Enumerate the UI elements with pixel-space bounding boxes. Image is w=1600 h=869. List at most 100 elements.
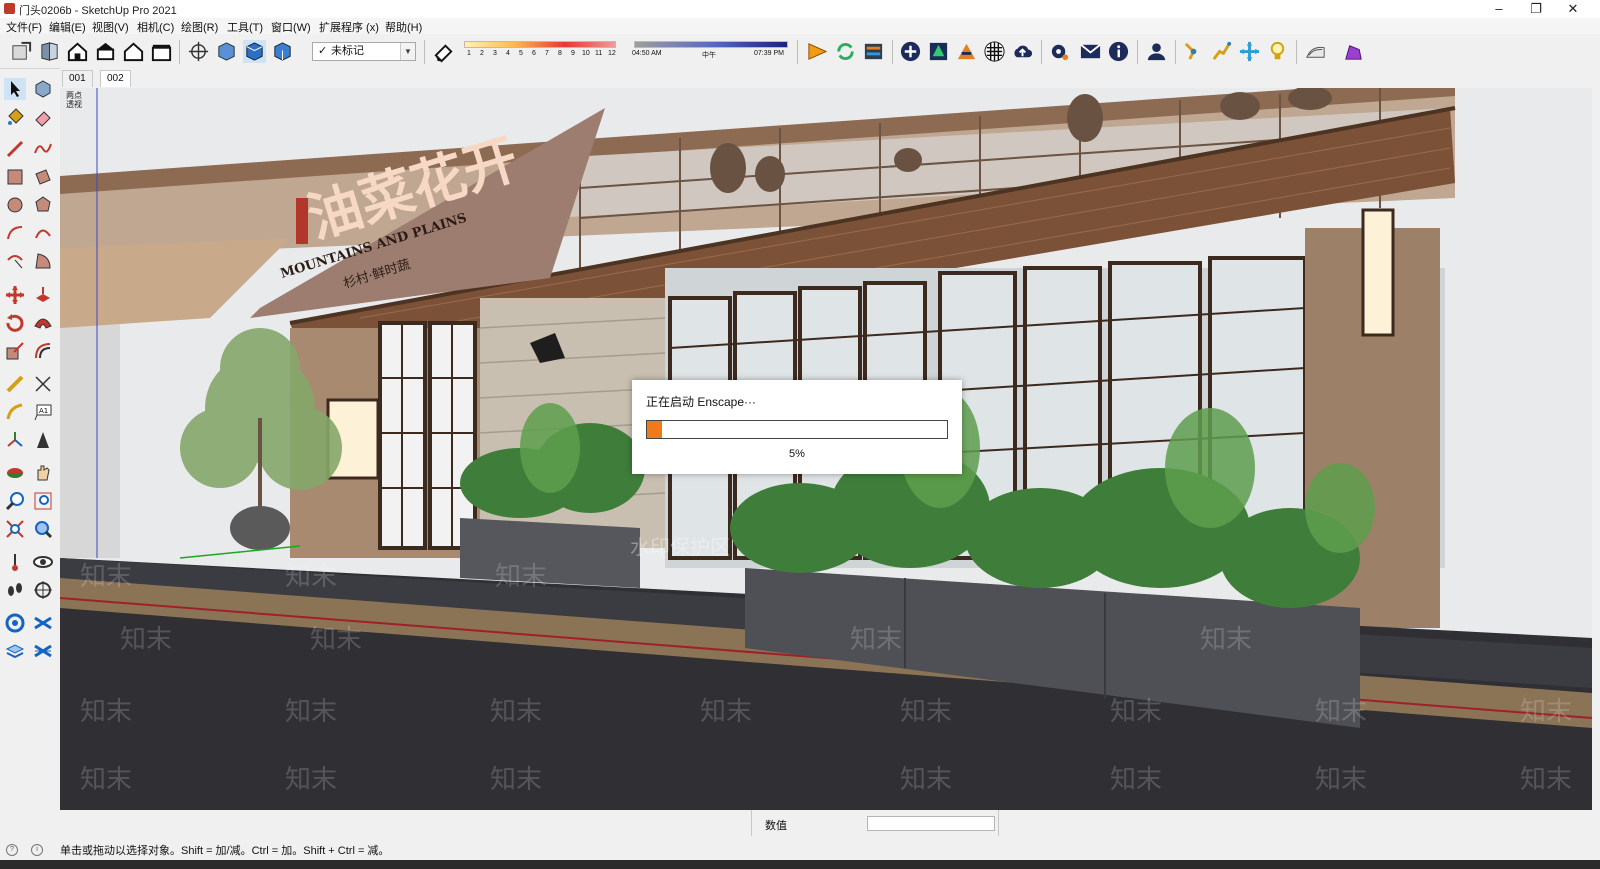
3d-text-icon[interactable] — [32, 429, 54, 451]
menu-help[interactable]: 帮助(H) — [385, 19, 422, 35]
polygon-tool-icon[interactable] — [32, 194, 54, 216]
tape-measure-icon[interactable] — [4, 373, 26, 395]
user-icon[interactable] — [1145, 40, 1168, 63]
layers-link-icon[interactable] — [32, 612, 54, 634]
light-bulb-icon[interactable] — [1266, 40, 1289, 63]
menu-window[interactable]: 窗口(W) — [271, 19, 311, 35]
pie-tool-icon[interactable] — [32, 250, 54, 272]
scene-tab-001[interactable]: 001 — [62, 70, 93, 87]
layers-cross-icon[interactable] — [32, 640, 54, 662]
zoom-extents-icon[interactable] — [4, 518, 26, 540]
enscape-views-icon[interactable] — [862, 40, 885, 63]
orbit-tool-icon[interactable] — [4, 462, 26, 484]
shadow-time-slider[interactable]: 04:50 AM 中午 07:39 PM — [632, 41, 792, 65]
watermark-text: 知末 — [80, 697, 132, 727]
menu-file[interactable]: 文件(F) — [6, 19, 42, 35]
walk-path-icon[interactable] — [1210, 40, 1233, 63]
checker-pattern-icon[interactable] — [983, 40, 1006, 63]
credits-info-icon[interactable]: i — [31, 844, 43, 856]
rotated-rectangle-icon[interactable] — [32, 166, 54, 188]
enscape-start-icon[interactable] — [806, 40, 829, 63]
menu-draw[interactable]: 绘图(R) — [181, 19, 218, 35]
shadow-month-slider[interactable]: 1 2 3 4 5 6 7 8 9 10 11 12 — [462, 41, 617, 65]
push-pull-icon[interactable] — [32, 284, 54, 306]
axes-tool-icon[interactable] — [4, 429, 26, 451]
minimize-button[interactable]: – — [1482, 0, 1516, 18]
menu-tools[interactable]: 工具(T) — [227, 19, 263, 35]
paint-bucket-icon[interactable] — [4, 106, 26, 128]
move-tool-icon[interactable] — [4, 284, 26, 306]
chevron-down-icon[interactable]: ▼ — [400, 43, 415, 60]
follow-me-icon[interactable] — [32, 312, 54, 334]
arc-tool-icon[interactable] — [4, 222, 26, 244]
settings-gear-icon[interactable] — [1048, 40, 1071, 63]
time-end-label: 07:39 PM — [754, 50, 784, 57]
previous-view-icon[interactable] — [32, 518, 54, 540]
rectangle-tool-icon[interactable] — [4, 166, 26, 188]
iso-view-icon[interactable] — [66, 40, 89, 63]
menu-extensions[interactable]: 扩展程序 (x) — [319, 19, 379, 35]
shaded-cube-icon[interactable] — [243, 40, 266, 63]
sync-model-icon[interactable] — [4, 612, 26, 634]
geo-location-icon[interactable]: ? — [6, 844, 18, 856]
watermark-text: 知末 — [490, 765, 542, 795]
walk-footprints-icon[interactable] — [4, 579, 26, 601]
tree-upload-icon[interactable] — [927, 40, 950, 63]
watermark-text: 知末 — [80, 562, 132, 592]
month-tick: 1 — [467, 50, 471, 57]
front-view-icon[interactable] — [122, 40, 145, 63]
menu-camera[interactable]: 相机(C) — [137, 19, 174, 35]
look-around-eye-icon[interactable] — [32, 551, 54, 573]
menu-view[interactable]: 视图(V) — [92, 19, 129, 35]
menu-edit[interactable]: 编辑(E) — [49, 19, 86, 35]
layers-stack-icon[interactable] — [4, 640, 26, 662]
zoom-window-icon[interactable] — [32, 490, 54, 512]
position-camera-tool-icon[interactable] — [4, 551, 26, 573]
add-circle-icon[interactable] — [899, 40, 922, 63]
right-view-icon[interactable] — [150, 40, 173, 63]
section-plane-icon[interactable] — [32, 579, 54, 601]
wireframe-cube-icon[interactable] — [215, 40, 238, 63]
zoom-icon[interactable] — [4, 490, 26, 512]
purple-shape-icon[interactable] — [1342, 40, 1365, 63]
textured-cube-icon[interactable] — [271, 40, 294, 63]
cloud-upload-icon[interactable] — [1011, 40, 1034, 63]
position-camera-icon[interactable] — [1182, 40, 1205, 63]
text-tool-icon[interactable]: A1 — [32, 401, 54, 423]
rotate-tool-icon[interactable] — [4, 312, 26, 334]
pan-hand-icon[interactable] — [32, 462, 54, 484]
enscape-sync-icon[interactable] — [834, 40, 857, 63]
measurements-input[interactable] — [867, 816, 995, 831]
month-gradient-bar — [464, 41, 616, 48]
watermark-text: 知末 — [1520, 765, 1572, 795]
make-component-icon[interactable] — [32, 78, 54, 100]
select-arrow-icon[interactable] — [4, 78, 26, 100]
shadows-toggle-icon[interactable] — [432, 40, 455, 63]
toolbar-separator — [892, 40, 893, 64]
top-view-icon[interactable] — [94, 40, 117, 63]
freehand-icon[interactable] — [32, 138, 54, 160]
mail-icon[interactable] — [1079, 40, 1102, 63]
circle-tool-icon[interactable] — [4, 194, 26, 216]
month-tick: 12 — [608, 50, 616, 57]
dimension-tool-icon[interactable] — [32, 373, 54, 395]
tag-dropdown[interactable]: ✓ 未标记 ▼ — [312, 42, 416, 61]
scale-tool-icon[interactable] — [4, 340, 26, 362]
material-icon[interactable] — [955, 40, 978, 63]
maximize-button[interactable]: ❐ — [1519, 0, 1553, 18]
protractor-icon[interactable] — [4, 401, 26, 423]
watermark-text: 知末 — [120, 625, 172, 655]
three-point-arc-icon[interactable] — [4, 250, 26, 272]
info-icon[interactable] — [1107, 40, 1130, 63]
scene-tab-002[interactable]: 002 — [100, 70, 131, 87]
xray-icon[interactable] — [187, 40, 210, 63]
line-tool-icon[interactable] — [4, 138, 26, 160]
offset-tool-icon[interactable] — [32, 340, 54, 362]
model-info-icon[interactable] — [10, 40, 33, 63]
sandbox-icon[interactable] — [1304, 40, 1327, 63]
components-icon[interactable] — [38, 40, 61, 63]
two-point-arc-icon[interactable] — [32, 222, 54, 244]
close-button[interactable]: ✕ — [1556, 0, 1590, 18]
pan-arrows-icon[interactable] — [1238, 40, 1261, 63]
eraser-icon[interactable] — [32, 106, 54, 128]
